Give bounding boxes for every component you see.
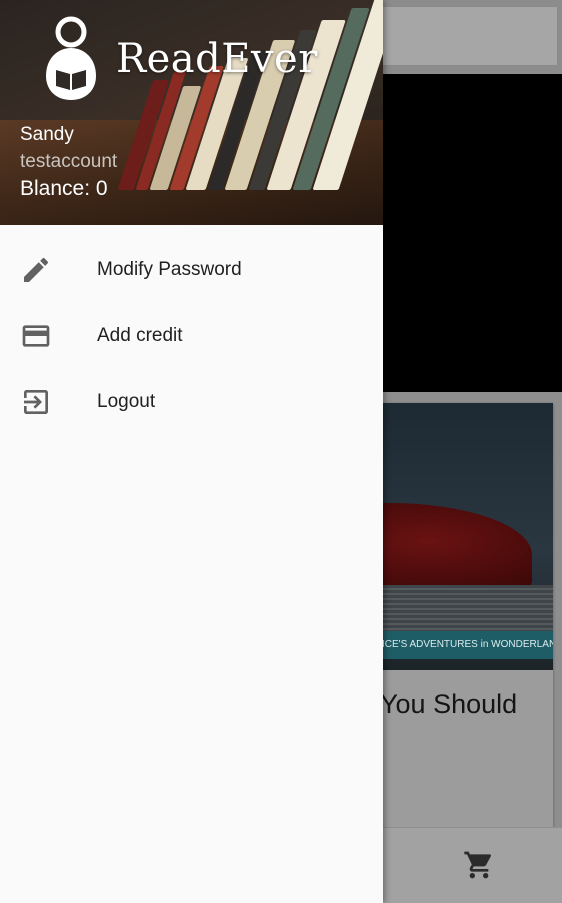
user-balance: Blance: 0 [20,177,108,200]
menu-item-label: Logout [97,391,156,412]
menu-item-add-credit[interactable]: Add credit [0,303,383,369]
readever-logo-icon [46,16,96,100]
menu-item-label: Add credit [97,325,183,346]
logout-icon [24,390,48,414]
pencil-icon [24,257,49,282]
book-card-title: You Should [380,689,518,719]
user-account: testaccount [20,151,118,172]
drawer-menu: Modify Password Add credit Logout [0,237,383,435]
navigation-drawer: ReadEver Sandy testaccount Blance: 0 Mod… [0,0,383,903]
menu-item-modify-password[interactable]: Modify Password [0,237,383,303]
drawer-header: ReadEver Sandy testaccount Blance: 0 [0,0,383,225]
user-name: Sandy [20,124,74,145]
menu-item-logout[interactable]: Logout [0,369,383,435]
menu-item-label: Modify Password [97,259,242,280]
brand-name: ReadEver [116,36,318,82]
credit-card-icon [22,325,50,347]
cart-icon [464,851,492,879]
app-screen: ICE'S ADVENTURES in WONDERLAND You Shoul… [0,0,562,903]
header-background-books [98,0,383,190]
